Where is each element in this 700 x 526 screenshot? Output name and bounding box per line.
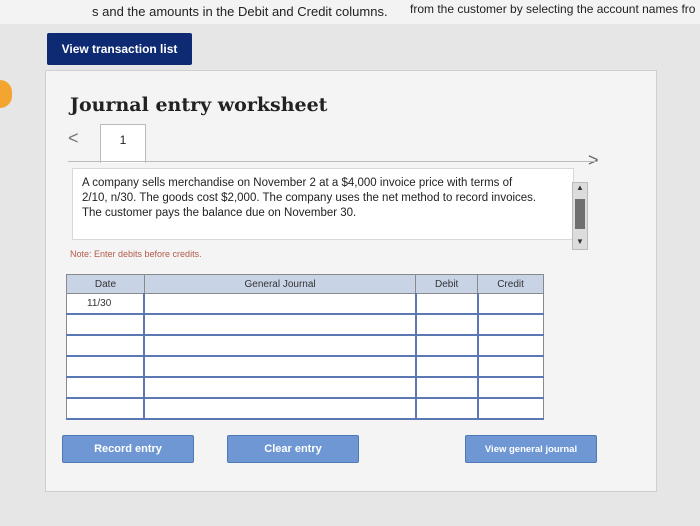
tab-divider bbox=[68, 161, 598, 162]
scroll-up-icon[interactable]: ▲ bbox=[575, 183, 585, 193]
transaction-description: A company sells merchandise on November … bbox=[82, 177, 537, 219]
table-row bbox=[66, 397, 544, 420]
tab-entry-1[interactable]: 1 bbox=[100, 124, 146, 163]
instructions-text: s and the amounts in the Debit and Credi… bbox=[92, 4, 388, 19]
table-row bbox=[66, 334, 544, 357]
debit-input[interactable] bbox=[414, 293, 479, 315]
clear-entry-button[interactable]: Clear entry bbox=[227, 435, 359, 463]
account-select[interactable] bbox=[143, 376, 417, 399]
table-row bbox=[66, 355, 544, 378]
table-row bbox=[66, 376, 544, 399]
credit-input[interactable] bbox=[476, 355, 544, 378]
page-title: Journal entry worksheet bbox=[70, 94, 328, 116]
debit-input[interactable] bbox=[414, 313, 479, 336]
instructions-text-right: from the customer by selecting the accou… bbox=[410, 2, 696, 16]
journal-entry-table: Date General Journal Debit Credit 11/30 bbox=[66, 274, 544, 420]
chevron-left-icon[interactable]: < bbox=[68, 128, 79, 149]
description-scrollbar[interactable]: ▲ ▼ bbox=[572, 182, 588, 250]
credit-input[interactable] bbox=[476, 334, 544, 357]
record-entry-button[interactable]: Record entry bbox=[62, 435, 194, 463]
table-row: 11/30 bbox=[66, 293, 544, 315]
credit-header: Credit bbox=[477, 274, 544, 294]
side-tab-marker[interactable] bbox=[0, 80, 12, 108]
credit-input[interactable] bbox=[476, 293, 544, 315]
general-journal-header: General Journal bbox=[143, 274, 417, 294]
date-cell bbox=[66, 355, 145, 378]
debit-input[interactable] bbox=[414, 376, 479, 399]
credit-input[interactable] bbox=[476, 397, 544, 420]
account-select[interactable] bbox=[143, 334, 417, 357]
debit-input[interactable] bbox=[414, 334, 479, 357]
debit-header: Debit bbox=[415, 274, 479, 294]
account-select[interactable] bbox=[143, 397, 417, 420]
credit-input[interactable] bbox=[476, 313, 544, 336]
account-select[interactable] bbox=[143, 313, 417, 336]
scroll-thumb[interactable] bbox=[575, 199, 585, 229]
table-row bbox=[66, 313, 544, 336]
debit-input[interactable] bbox=[414, 355, 479, 378]
date-cell: 11/30 bbox=[66, 293, 145, 315]
date-cell bbox=[66, 313, 145, 336]
debit-input[interactable] bbox=[414, 397, 479, 420]
date-cell bbox=[66, 334, 145, 357]
date-cell bbox=[66, 397, 145, 420]
note-text: Note: Enter debits before credits. bbox=[70, 249, 202, 259]
account-select[interactable] bbox=[143, 355, 417, 378]
view-general-journal-button[interactable]: View general journal bbox=[465, 435, 597, 463]
date-cell bbox=[66, 376, 145, 399]
date-header: Date bbox=[66, 274, 145, 294]
instructions-banner: s and the amounts in the Debit and Credi… bbox=[0, 0, 700, 24]
account-select[interactable] bbox=[143, 293, 417, 315]
credit-input[interactable] bbox=[476, 376, 544, 399]
scroll-down-icon[interactable]: ▼ bbox=[575, 237, 585, 247]
view-transaction-list-button[interactable]: View transaction list bbox=[47, 33, 192, 65]
